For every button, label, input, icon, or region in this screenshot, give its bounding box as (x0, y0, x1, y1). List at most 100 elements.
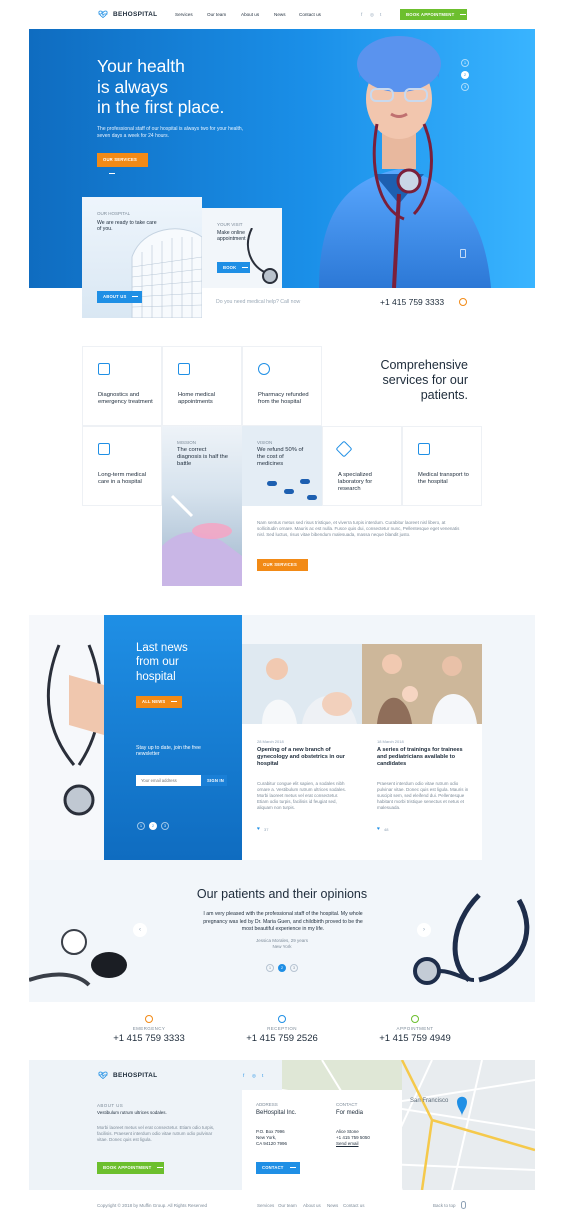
hero-our-services-label: OUR SERVICES (103, 157, 137, 162)
vision-text: We refund 50% of the cost of medicines (257, 447, 304, 468)
article-2-likes: 48 (384, 827, 389, 832)
article-1-excerpt: Curabitur congue elit sapien, a sodales … (257, 781, 347, 810)
book-appointment-button[interactable]: BOOK APPOINTMENT (400, 9, 467, 20)
service-long-term-care[interactable]: Long-term medical care in a hospital (82, 426, 162, 506)
card-our-hospital-eyebrow: OUR HOSPITAL (97, 211, 131, 216)
news-pager-3[interactable]: 3 (161, 822, 169, 830)
slide-dot-1[interactable]: 1 (461, 59, 469, 67)
news-article-1[interactable]: 28 March 2018 Opening of a new branch of… (242, 644, 362, 860)
contact-reception: RECEPTION +1 415 759 2526 (232, 1015, 332, 1044)
logo-text[interactable]: BEHOSPITAL (113, 11, 157, 18)
twitter-icon[interactable]: t (262, 1073, 263, 1078)
opinions-quote: I am very pleased with the professional … (203, 911, 363, 933)
footer-link-contact-us[interactable]: Contact us (343, 1203, 365, 1209)
help-text: Do you need medical help? Call now (216, 299, 301, 305)
news-heading-line-3: hospital (136, 671, 176, 683)
article-2-excerpt: Praesent interdum odio vitae rutrum odio… (377, 781, 469, 810)
heart-pulse-logo-icon[interactable] (97, 1071, 109, 1079)
arrow-line-icon (132, 296, 139, 298)
footer-link-services[interactable]: Services (257, 1203, 274, 1209)
service-title: A specialized laboratory for research (338, 472, 373, 493)
slide-dot-3[interactable]: 3 (461, 83, 469, 91)
service-home-appointments[interactable]: Home medical appointments (162, 346, 242, 426)
help-phone[interactable]: +1 415 759 3333 (380, 297, 444, 307)
newsletter-email-input[interactable] (136, 775, 201, 786)
nav-our-team[interactable]: Our team (207, 12, 226, 17)
nav-about-us[interactable]: About us (241, 12, 259, 17)
blood-pressure-cuff-photo (29, 929, 127, 987)
service-title: Diagnostics and emergency treatment (98, 392, 153, 406)
news-heading-line-2: from our (136, 656, 179, 668)
services-our-services-button[interactable]: OUR SERVICES (257, 559, 308, 578)
phone-call-icon[interactable] (459, 298, 467, 306)
news-pager-2[interactable]: 2 (149, 822, 157, 830)
nav-services[interactable]: Services (175, 12, 193, 17)
next-arrow-icon[interactable]: › (417, 923, 431, 937)
opinions-pager-3[interactable]: 3 (290, 964, 298, 972)
mouse-scroll-icon[interactable] (461, 1201, 466, 1209)
footer-about-label: ABOUT US (97, 1103, 124, 1108)
nav-news[interactable]: News (274, 12, 286, 17)
nav-contact-us[interactable]: Contact us (299, 12, 321, 17)
contact-label: CONTACT (336, 1102, 358, 1107)
contact-phone[interactable]: +1 415 759 2526 (232, 1033, 332, 1044)
opinions-city: New York (272, 944, 292, 949)
services-our-services-label: OUR SERVICES (263, 562, 297, 567)
heart-pulse-logo-icon[interactable] (97, 10, 109, 18)
news-pager-1[interactable]: 1 (137, 822, 145, 830)
twitter-icon[interactable]: t (380, 12, 381, 17)
map-city-label: San Francisco (410, 1098, 449, 1104)
article-2-photo (362, 644, 482, 724)
back-to-top-link[interactable]: Back to top (433, 1203, 456, 1209)
article-2-title[interactable]: A series of trainings for trainees and p… (377, 747, 469, 768)
instagram-icon[interactable]: ◎ (252, 1073, 256, 1079)
card-your-visit-title: Make online appointment (217, 230, 246, 243)
arrow-line-icon (171, 701, 178, 703)
contact-button[interactable]: CONTACT (256, 1162, 300, 1174)
nurse-photo (319, 36, 491, 288)
sign-in-button[interactable]: SIGN IN (201, 775, 227, 786)
news-heading-line-1: Last news (136, 642, 188, 654)
contact-phone[interactable]: +1 415 759 3333 (99, 1033, 199, 1044)
service-title: Home medical appointments (178, 392, 216, 406)
opinions-pager-2[interactable]: 2 (278, 964, 286, 972)
opinions-pager-1[interactable]: 1 (266, 964, 274, 972)
card-your-visit: YOUR VISIT Make online appointment BOOK (202, 208, 282, 288)
footer-link-news[interactable]: News (327, 1203, 338, 1209)
copyright: Copyright © 2018 by Muffin Group. All Ri… (97, 1203, 208, 1208)
all-news-button[interactable]: ALL NEWS (136, 696, 182, 708)
article-1-title[interactable]: Opening of a new branch of gynecology an… (257, 747, 347, 768)
contact-phone[interactable]: +1 415 759 4949 (365, 1033, 465, 1044)
heart-icon[interactable]: ♥ (257, 826, 260, 832)
facebook-icon[interactable]: f (243, 1073, 244, 1078)
contact-emergency: EMERGENCY +1 415 759 3333 (99, 1015, 199, 1044)
arrow-line-icon (460, 14, 467, 16)
contact-label: APPOINTMENT (396, 1026, 434, 1031)
prev-arrow-icon[interactable]: ‹ (133, 923, 147, 937)
phone-icon (145, 1015, 153, 1023)
about-us-button[interactable]: ABOUT US (97, 291, 142, 303)
slide-dot-2[interactable]: 2 (461, 71, 469, 79)
footer-about-text: Morbi laoreet metus vel erat consectetur… (97, 1125, 215, 1142)
news-article-2[interactable]: 18 March 2018 A series of trainings for … (362, 644, 482, 860)
footer-link-about-us[interactable]: About us (303, 1203, 321, 1209)
instagram-icon[interactable]: ◎ (370, 12, 374, 18)
hero-our-services-button[interactable]: OUR SERVICES (97, 153, 148, 175)
services-paragraph: Nam sentus metus sed risus tristique, et… (257, 520, 460, 537)
footer-logo-text[interactable]: BEHOSPITAL (113, 1072, 157, 1079)
send-email-link[interactable]: Send email (336, 1141, 359, 1147)
service-title: Pharmacy refunded from the hospital (258, 392, 309, 406)
card-our-hospital-title: We are ready to take care of you. (97, 220, 157, 233)
service-diagnostics[interactable]: Diagnostics and emergency treatment (82, 346, 162, 426)
footer-link-our-team[interactable]: Our team (278, 1203, 297, 1209)
service-laboratory[interactable]: A specialized laboratory for research (322, 426, 402, 506)
facebook-icon[interactable]: f (361, 12, 362, 17)
arrow-line-icon (109, 173, 115, 175)
service-transport[interactable]: Medical transport to the hospital (402, 426, 482, 506)
heart-icon[interactable]: ♥ (377, 826, 380, 832)
service-pharmacy[interactable]: Pharmacy refunded from the hospital (242, 346, 322, 426)
article-1-photo (242, 644, 362, 724)
book-button[interactable]: BOOK (217, 262, 250, 273)
contact-title: For media (336, 1110, 364, 1116)
footer-book-appointment-button[interactable]: BOOK APPOINTMENT (97, 1162, 164, 1174)
